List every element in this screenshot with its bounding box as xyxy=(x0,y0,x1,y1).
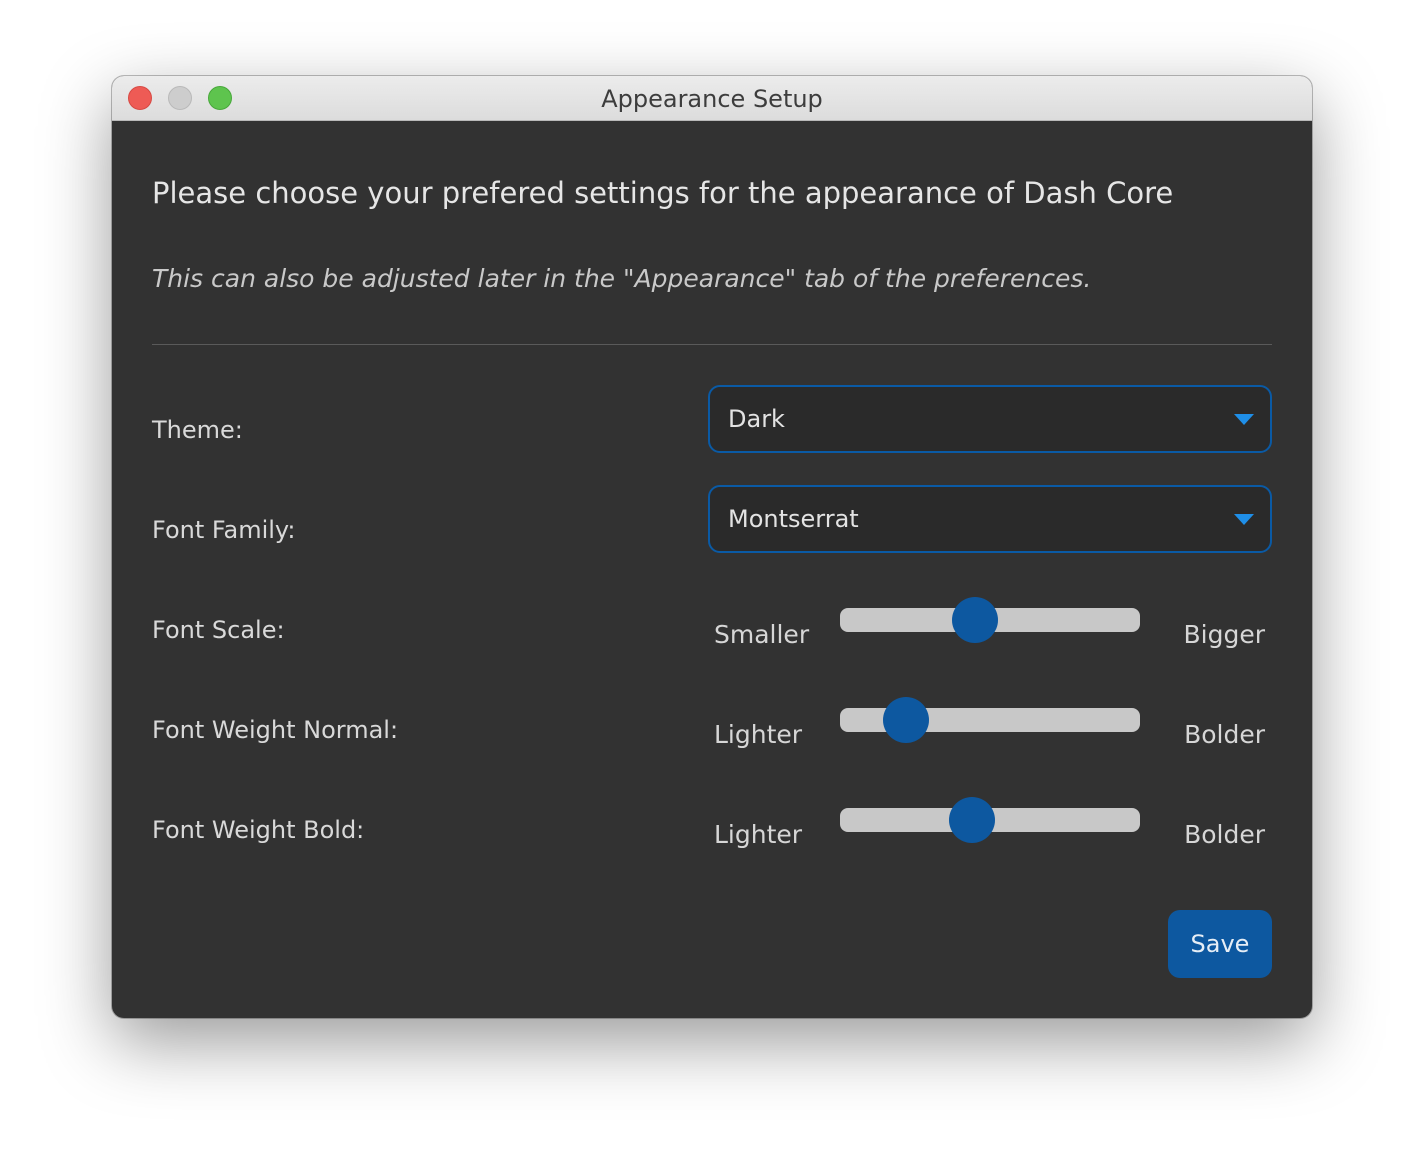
font-scale-label: Font Scale: xyxy=(152,616,285,644)
font-weight-bold-min-label: Lighter xyxy=(714,820,803,849)
divider xyxy=(152,344,1272,345)
font-weight-normal-label: Font Weight Normal: xyxy=(152,716,399,744)
font-scale-min-label: Smaller xyxy=(714,620,810,649)
window-title: Appearance Setup xyxy=(601,85,823,113)
font-scale-max-label: Bigger xyxy=(1183,620,1266,649)
font-weight-normal-max-label: Bolder xyxy=(1184,720,1265,749)
font-weight-normal-min-label: Lighter xyxy=(714,720,803,749)
font-weight-bold-label: Font Weight Bold: xyxy=(152,816,365,844)
font-scale-slider-thumb[interactable] xyxy=(952,597,998,643)
font-weight-bold-slider[interactable] xyxy=(840,797,1140,843)
page-subtitle: This can also be adjusted later in the "… xyxy=(152,264,1092,293)
font-family-label: Font Family: xyxy=(152,516,296,544)
font-weight-normal-slider-thumb[interactable] xyxy=(883,697,929,743)
appearance-setup-window: Appearance Setup Please choose your pref… xyxy=(112,76,1312,1018)
font-weight-normal-slider[interactable] xyxy=(840,697,1140,743)
font-scale-slider[interactable] xyxy=(840,597,1140,643)
theme-label: Theme: xyxy=(152,416,243,444)
font-family-dropdown[interactable]: Montserrat xyxy=(708,485,1272,553)
title-bar[interactable]: Appearance Setup xyxy=(112,76,1312,121)
font-family-dropdown-value: Montserrat xyxy=(728,505,859,533)
page-heading: Please choose your prefered settings for… xyxy=(152,176,1174,210)
font-weight-bold-max-label: Bolder xyxy=(1184,820,1265,849)
theme-dropdown[interactable]: Dark xyxy=(708,385,1272,453)
chevron-down-icon xyxy=(1234,414,1254,425)
theme-dropdown-value: Dark xyxy=(728,405,785,433)
save-button[interactable]: Save xyxy=(1168,910,1272,978)
font-weight-bold-slider-thumb[interactable] xyxy=(949,797,995,843)
chevron-down-icon xyxy=(1234,514,1254,525)
